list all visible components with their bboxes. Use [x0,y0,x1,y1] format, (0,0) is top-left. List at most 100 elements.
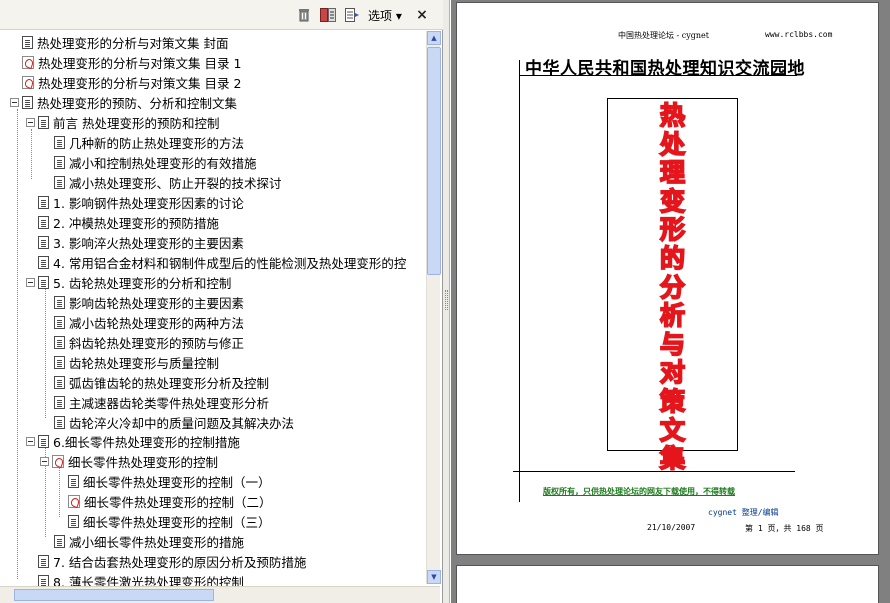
bookmark-label: 细长零件热处理变形的控制（三） [83,514,271,530]
document-icon [54,534,65,548]
bookmark-label: 4. 常用铝合金材料和钢制件成型后的性能检测及热处理变形的控 [53,255,407,271]
bookmark-slender-control[interactable]: 细长零件热处理变形的控制 [40,451,218,471]
cover-title-char: 析 [659,301,686,331]
collapse-toggle-icon[interactable] [40,456,49,466]
bookmark-label: 3. 影响淬火热处理变形的主要因素 [53,235,244,251]
pdf-icon [22,75,34,89]
panel-splitter[interactable] [443,0,450,603]
cover-title-char: 分 [659,272,686,302]
bookmark-toc-2[interactable]: 热处理变形的分析与对策文集 目录 2 [22,72,241,92]
pdf-icon [68,494,80,508]
bookmark-item[interactable]: 7. 结合齿套热处理变形的原因分析及预防措施 [38,551,306,571]
bookmark-item[interactable]: 影响齿轮热处理变形的主要因素 [54,292,244,312]
page-rule [519,75,797,76]
bookmark-label: 细长零件热处理变形的控制（二） [84,494,272,510]
splitter-grip-icon[interactable] [445,290,448,310]
document-icon [38,255,49,269]
document-icon [22,35,33,49]
scrollbar-thumb[interactable] [14,589,214,601]
scroll-up-arrow-icon[interactable]: ▲ [427,31,441,45]
bookmark-item[interactable]: 细长零件热处理变形的控制（一） [68,471,271,491]
document-icon [38,275,49,289]
bookmark-item[interactable]: 细长零件热处理变形的控制（二） [68,491,272,511]
scroll-down-arrow-icon[interactable]: ▼ [427,570,441,584]
bookmark-item[interactable]: 1. 影响钢件热处理变形因素的讨论 [38,192,244,212]
bookmark-item[interactable]: 减小齿轮热处理变形的两种方法 [54,312,244,332]
bookmark-label: 斜齿轮热处理变形的预防与修正 [69,335,245,351]
document-viewer: 中国热处理论坛 - cygnet www.rclbbs.com 中华人民共和国热… [451,0,890,603]
bookmark-label: 6.细长零件热处理变形的控制措施 [53,434,240,450]
bookmark-label: 细长零件热处理变形的控制（一） [83,474,271,490]
bookmark-item[interactable]: 几种新的防止热处理变形的方法 [54,132,244,152]
bookmark-label: 主减速器齿轮类零件热处理变形分析 [69,395,270,411]
bookmark-cover[interactable]: 热处理变形的分析与对策文集 封面 [22,32,228,52]
bookmark-item[interactable]: 减小热处理变形、防止开裂的技术探讨 [54,172,282,192]
document-icon [54,295,65,309]
collapse-toggle-icon[interactable] [10,97,19,107]
bookmark-toc-1[interactable]: 热处理变形的分析与对策文集 目录 1 [22,52,241,72]
pdf-icon [22,55,34,69]
bookmark-label: 齿轮淬火冷却中的质量问题及其解决办法 [69,415,295,431]
bookmark-label: 减小细长零件热处理变形的措施 [69,534,245,550]
bookmark-item[interactable]: 2. 冲模热处理变形的预防措施 [38,212,219,232]
bookmark-label: 减小和控制热处理变形的有效措施 [69,155,257,171]
bookmark-item[interactable]: 齿轮热处理变形与质量控制 [54,352,219,372]
document-icon [54,355,65,369]
bookmark-item[interactable]: 4. 常用铝合金材料和钢制件成型后的性能检测及热处理变形的控 [38,252,406,272]
bookmark-label: 减小热处理变形、防止开裂的技术探讨 [69,175,282,191]
options-menu-button[interactable]: 选项 ▾ [368,7,408,23]
collapse-toggle-icon[interactable] [26,436,35,446]
tree-connector [17,109,18,579]
bookmark-item[interactable]: 细长零件热处理变形的控制（三） [68,511,271,531]
bookmark-item[interactable]: 齿轮淬火冷却中的质量问题及其解决办法 [54,412,294,432]
bookmark-item[interactable]: 减小细长零件热处理变形的措施 [54,531,244,551]
bookmark-item[interactable]: 减小和控制热处理变形的有效措施 [54,152,257,172]
document-page: 中国热处理论坛 - cygnet www.rclbbs.com 中华人民共和国热… [456,2,879,555]
bookmark-label: 7. 结合齿套热处理变形的原因分析及预防措施 [53,554,307,570]
document-icon [38,115,49,129]
document-icon [68,474,79,488]
cover-title-box: 热处理变形的分析与对策文集 [607,98,738,474]
bookmark-label: 热处理变形的预防、分析和控制文集 [37,95,238,111]
cover-title-char: 变 [659,186,686,216]
page-date: 21/10/2007 [647,523,696,532]
delete-icon[interactable] [297,7,311,23]
cover-title-char: 集 [659,444,686,474]
bookmark-label: 影响齿轮热处理变形的主要因素 [69,295,245,311]
close-panel-button[interactable]: × [415,7,429,23]
bookmark-collection[interactable]: 热处理变形的预防、分析和控制文集 [10,92,237,112]
cover-title-char: 热 [659,101,686,131]
bookmark-label: 5. 齿轮热处理变形的分析和控制 [53,275,232,291]
bookmark-label: 2. 冲模热处理变形的预防措施 [53,215,219,231]
collapse-toggle-icon[interactable] [26,117,35,127]
cover-title-char: 与 [659,329,686,359]
expand-bookmarks-icon[interactable] [320,7,336,23]
bookmark-item[interactable]: 弧齿锥齿轮的热处理变形分析及控制 [54,372,269,392]
tree-connector [59,467,60,517]
scrollbar-thumb[interactable] [427,47,441,275]
bookmarks-vertical-scrollbar[interactable]: ▲ ▼ [426,31,441,584]
bookmark-gear[interactable]: 5. 齿轮热处理变形的分析和控制 [26,272,231,292]
cover-title-char: 理 [659,158,686,188]
bookmarks-toolbar: 选项 ▾ × [0,0,443,30]
document-icon [54,375,65,389]
collapse-toggle-icon[interactable] [26,277,35,287]
bookmark-slender[interactable]: 6.细长零件热处理变形的控制措施 [26,431,240,451]
document-icon [54,135,65,149]
page-rule [519,60,520,502]
bookmark-item[interactable]: 3. 影响淬火热处理变形的主要因素 [38,232,244,252]
document-icon [54,335,65,349]
cover-title-char: 形 [659,215,686,245]
bookmarks-horizontal-scrollbar[interactable] [0,586,440,603]
bookmark-properties-icon[interactable] [345,7,359,23]
document-icon [54,155,65,169]
page-rule [513,471,795,472]
bookmark-preface[interactable]: 前言 热处理变形的预防和控制 [26,112,219,132]
bookmark-item[interactable]: 斜齿轮热处理变形的预防与修正 [54,332,244,352]
bookmark-label: 热处理变形的分析与对策文集 目录 1 [38,55,242,71]
editor-credit: cygnet 整理/编辑 [708,508,779,517]
bookmark-label: 1. 影响钢件热处理变形因素的讨论 [53,195,244,211]
document-icon [54,415,65,429]
bookmark-item[interactable]: 主减速器齿轮类零件热处理变形分析 [54,392,269,412]
tree-connector [31,129,32,179]
